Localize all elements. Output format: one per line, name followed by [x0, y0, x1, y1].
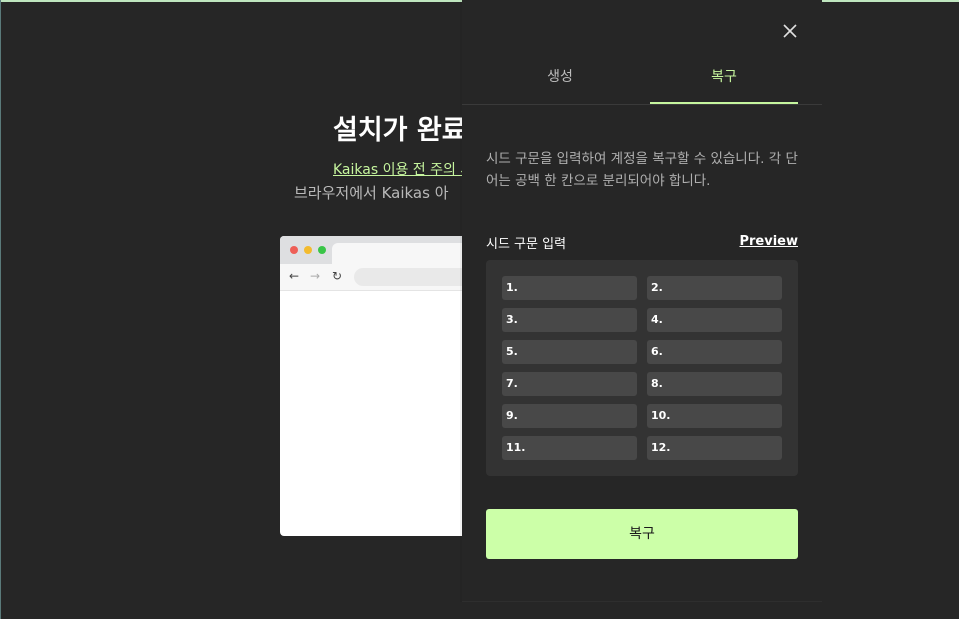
- close-icon[interactable]: [780, 21, 800, 41]
- seed-phrase-box: 1. 2. 3. 4. 5. 6. 7. 8. 9. 10. 11. 12.: [486, 260, 798, 476]
- tab-restore[interactable]: 복구: [650, 60, 798, 104]
- seed-word-input-7[interactable]: 7.: [502, 372, 637, 396]
- preview-link[interactable]: Preview: [739, 234, 798, 249]
- page: 설치가 완료 Kaikas 이용 전 주의 사 브라우저에서 Kaikas 아 …: [0, 0, 959, 619]
- restore-button[interactable]: 복구: [486, 509, 798, 559]
- arrow-right-icon: →: [310, 269, 321, 283]
- seed-phrase-grid: 1. 2. 3. 4. 5. 6. 7. 8. 9. 10. 11. 12.: [502, 276, 782, 460]
- window-minimize-dot: [304, 246, 312, 254]
- caution-link[interactable]: Kaikas 이용 전 주의 사: [333, 159, 473, 179]
- window-close-dot: [290, 246, 298, 254]
- panel-tabs: 생성 복구: [462, 60, 822, 105]
- seed-word-input-12[interactable]: 12.: [647, 436, 782, 460]
- window-maximize-dot: [318, 246, 326, 254]
- seed-word-input-2[interactable]: 2.: [647, 276, 782, 300]
- seed-word-input-1[interactable]: 1.: [502, 276, 637, 300]
- restore-panel: 생성 복구 시드 구문을 입력하여 계정을 복구할 수 있습니다. 각 단어는 …: [462, 0, 822, 602]
- left-edge-line: [0, 0, 1, 619]
- install-complete-title: 설치가 완료: [333, 115, 467, 146]
- reload-icon: ↻: [332, 269, 343, 283]
- arrow-left-icon: ←: [289, 269, 300, 283]
- seed-phrase-label: 시드 구문 입력: [486, 237, 567, 252]
- seed-word-input-4[interactable]: 4.: [647, 308, 782, 332]
- seed-word-input-10[interactable]: 10.: [647, 404, 782, 428]
- restore-description: 시드 구문을 입력하여 계정을 복구할 수 있습니다. 각 단어는 공백 한 칸…: [486, 151, 798, 189]
- tab-create[interactable]: 생성: [486, 60, 634, 102]
- seed-word-input-5[interactable]: 5.: [502, 340, 637, 364]
- seed-word-input-8[interactable]: 8.: [647, 372, 782, 396]
- seed-word-input-9[interactable]: 9.: [502, 404, 637, 428]
- install-description: 브라우저에서 Kaikas 아: [294, 184, 449, 202]
- seed-word-input-11[interactable]: 11.: [502, 436, 637, 460]
- seed-word-input-3[interactable]: 3.: [502, 308, 637, 332]
- seed-word-input-6[interactable]: 6.: [647, 340, 782, 364]
